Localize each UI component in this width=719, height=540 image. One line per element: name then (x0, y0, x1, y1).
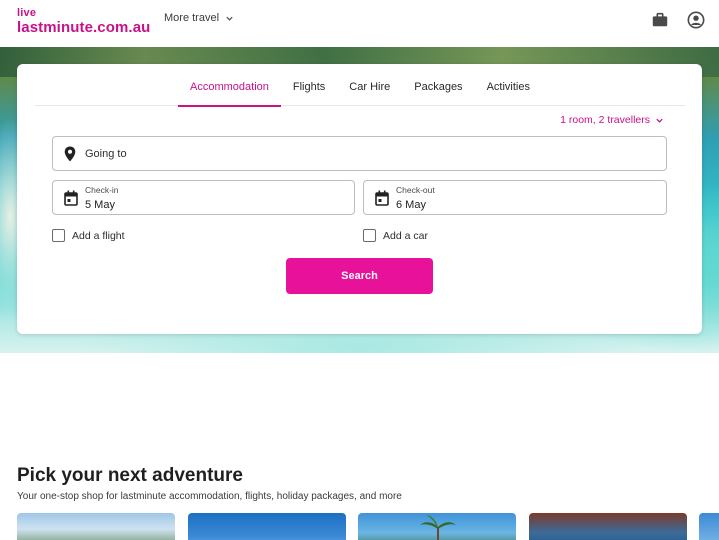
checkout-value: 6 May (396, 199, 426, 211)
add-flight-label: Add a flight (72, 229, 125, 242)
checkbox-box[interactable] (363, 229, 376, 242)
travellers-selector[interactable]: 1 room, 2 travellers (560, 114, 664, 126)
location-pin-icon (64, 146, 76, 162)
chevron-down-icon (226, 16, 233, 21)
logo-tagline: live (17, 7, 37, 19)
tab-packages[interactable]: Packages (402, 74, 474, 106)
destination-card[interactable] (17, 513, 175, 540)
search-card: Accommodation Flights Car Hire Packages … (17, 64, 702, 334)
destination-card[interactable] (358, 513, 516, 540)
more-travel-menu[interactable]: More travel (164, 12, 234, 24)
checkin-label: Check-in (85, 185, 119, 195)
destination-placeholder: Going to (85, 148, 127, 160)
add-car-label: Add a car (383, 229, 428, 242)
destination-input[interactable]: Going to (52, 136, 667, 171)
chevron-down-icon (656, 118, 663, 123)
site-logo[interactable]: live lastminute.com.au (17, 7, 151, 36)
destination-card[interactable] (188, 513, 346, 540)
checkbox-box[interactable] (52, 229, 65, 242)
checkin-value: 5 May (85, 199, 115, 211)
tab-accommodation[interactable]: Accommodation (178, 74, 281, 107)
calendar-icon (64, 190, 78, 206)
checkout-label: Check-out (396, 185, 435, 195)
palm-tree-image (420, 515, 456, 540)
destination-card[interactable] (699, 513, 719, 540)
top-header: live lastminute.com.au More travel (0, 0, 719, 47)
search-tabs: Accommodation Flights Car Hire Packages … (35, 74, 685, 107)
add-flight-checkbox[interactable]: Add a flight (52, 229, 125, 242)
logo-wordmark: lastminute.com.au (17, 19, 151, 36)
add-car-checkbox[interactable]: Add a car (363, 229, 428, 242)
tab-flights[interactable]: Flights (281, 74, 337, 106)
section-title: Pick your next adventure (17, 465, 243, 486)
tab-activities[interactable]: Activities (475, 74, 542, 106)
section-subtitle: Your one-stop shop for lastminute accomm… (17, 491, 402, 502)
briefcase-icon[interactable] (651, 11, 669, 29)
destination-card[interactable] (529, 513, 687, 540)
tab-car-hire[interactable]: Car Hire (337, 74, 402, 106)
search-button[interactable]: Search (286, 258, 433, 294)
more-travel-label: More travel (164, 12, 220, 24)
calendar-icon (375, 190, 389, 206)
checkin-date-field[interactable]: Check-in 5 May (52, 180, 355, 215)
account-icon[interactable] (687, 11, 705, 29)
travellers-label: 1 room, 2 travellers (560, 114, 650, 126)
checkout-date-field[interactable]: Check-out 6 May (363, 180, 667, 215)
